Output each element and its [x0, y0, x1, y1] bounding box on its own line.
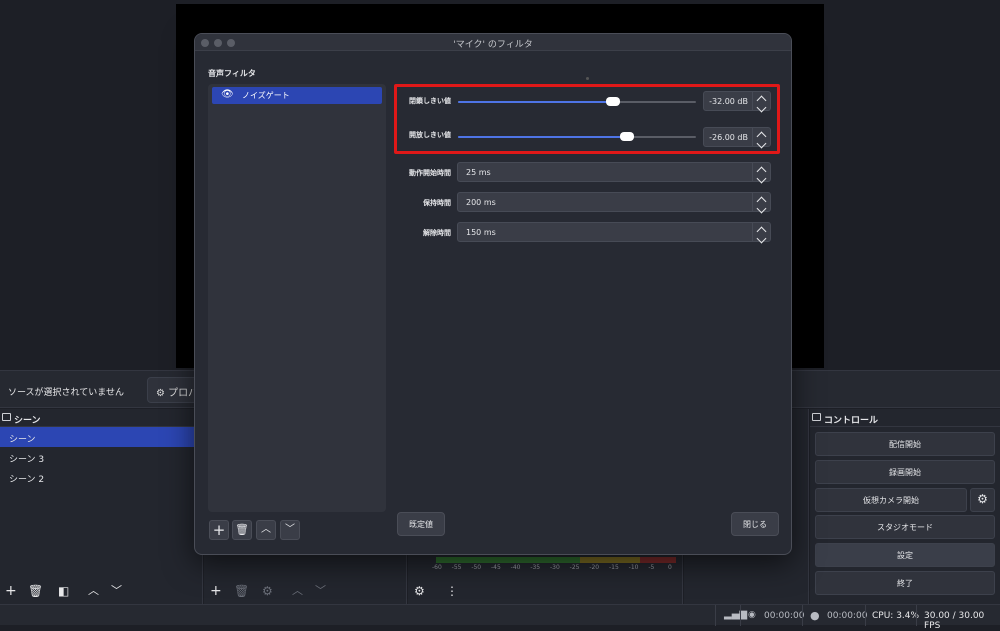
add-icon[interactable]: + [210, 584, 222, 598]
virtual-camera-settings-button[interactable]: ⚙ [970, 488, 995, 512]
audio-filters-heading: 音声フィルタ [208, 69, 256, 78]
chevron-up-icon[interactable]: ︿ [292, 584, 303, 598]
meter-tick-label: -5 [648, 564, 655, 571]
filter-item-label: ノイズゲート [242, 91, 290, 100]
start-recording-button[interactable]: 録画開始 [815, 460, 995, 484]
highlight-box [394, 84, 780, 154]
meter-tick-label: -60 [432, 564, 442, 571]
spin-value: 25 ms [466, 168, 491, 177]
chevron-down-icon [756, 203, 767, 214]
meter-tick-label: -40 [510, 564, 521, 571]
filter-list[interactable]: 👁 ノイズゲート [208, 84, 386, 512]
move-up-button[interactable]: ︿ [256, 520, 276, 540]
meter-tick-label: -35 [530, 564, 541, 571]
chevron-down-icon [756, 233, 767, 244]
add-filter-button[interactable]: + [209, 520, 229, 540]
filter-icon[interactable]: ◧ [58, 584, 69, 598]
sources-footer: + 🗑 ⚙ ︿ ﹀ [204, 578, 406, 604]
more-icon[interactable]: ⋮ [446, 584, 458, 598]
attack-time-label: 動作開始時間 [409, 169, 451, 177]
cpu-usage: CPU: 3.4% [872, 611, 920, 621]
attack-time-spinbox[interactable]: 25 ms [457, 162, 771, 184]
chevron-down-icon[interactable]: ﹀ [315, 584, 326, 598]
record-icon: ● [810, 609, 820, 622]
spin-arrows[interactable] [752, 193, 770, 214]
dock-icon [2, 413, 11, 421]
scene-item[interactable]: シーン 2 [0, 467, 202, 487]
volume-meter [436, 557, 676, 563]
virtual-camera-button[interactable]: 仮想カメラ開始 [815, 488, 967, 512]
no-source-label: ソースが選択されていません [8, 388, 125, 398]
eye-icon[interactable]: 👁 [221, 89, 234, 100]
chevron-up-icon: ︿ [261, 524, 271, 535]
remove-filter-button[interactable]: 🗑 [232, 520, 252, 540]
splitter-handle[interactable] [586, 77, 589, 80]
chevron-down-icon[interactable]: ﹀ [111, 584, 122, 598]
dock-icon [812, 413, 821, 421]
gear-icon[interactable]: ⚙ [414, 584, 425, 598]
gear-icon[interactable]: ⚙ [262, 584, 273, 598]
scenes-dock-header: シーン [0, 409, 202, 427]
hold-time-label: 保持時間 [423, 199, 451, 207]
meter-tick-label: -10 [628, 564, 639, 571]
record-time: 00:00:00 [827, 611, 868, 621]
studio-mode-button[interactable]: スタジオモード [815, 515, 995, 539]
chevron-up-icon[interactable]: ︿ [88, 584, 99, 598]
filter-item-noise-gate[interactable]: 👁 ノイズゲート [212, 87, 382, 104]
start-streaming-button[interactable]: 配信開始 [815, 432, 995, 456]
trash-icon: 🗑 [235, 523, 249, 536]
meter-tick-label: -55 [451, 564, 462, 571]
trash-icon[interactable]: 🗑 [28, 584, 43, 598]
spin-arrows[interactable] [752, 223, 770, 244]
trash-icon[interactable]: 🗑 [234, 584, 249, 598]
gear-icon: ⚙ [156, 388, 165, 399]
move-down-button[interactable]: ﹀ [280, 520, 300, 540]
scene-item[interactable]: シーン 3 [0, 447, 202, 467]
close-button[interactable]: 閉じる [731, 512, 779, 536]
meter-tick-label: -20 [589, 564, 600, 571]
scenes-footer: + 🗑 ◧ ︿ ﹀ [0, 578, 202, 604]
dialog-title: 'マイク' のフィルタ [453, 40, 533, 50]
scene-item[interactable]: シーン [0, 427, 202, 447]
scenes-title: シーン [14, 416, 41, 426]
controls-dock-header: コントロール [810, 409, 1000, 427]
release-time-label: 解除時間 [423, 229, 451, 237]
defaults-button[interactable]: 既定値 [397, 512, 445, 536]
chevron-down-icon [756, 173, 767, 184]
spin-value: 150 ms [466, 228, 496, 237]
exit-button[interactable]: 終了 [815, 571, 995, 595]
status-bar: ▂▄▆ ◉ 00:00:00 ● 00:00:00 CPU: 3.4% 30.0… [0, 604, 1000, 631]
meter-tick-label: 0 [668, 564, 672, 571]
add-icon[interactable]: + [5, 584, 17, 598]
mixer-footer: ⚙ ⋮ [408, 578, 682, 604]
meter-tick-label: -25 [569, 564, 580, 571]
fps-readout: 30.00 / 30.00 FPS [924, 611, 985, 631]
signal-icon: ▂▄▆ [724, 609, 748, 620]
spin-arrows[interactable] [752, 163, 770, 184]
scenes-dock: シーン シーン シーン 3 シーン 2 + 🗑 ◧ ︿ ﹀ [0, 409, 203, 604]
stream-time: 00:00:00 [764, 611, 805, 621]
stream-icon: ◉ [748, 610, 756, 620]
gear-icon: ⚙ [977, 492, 988, 506]
controls-title: コントロール [824, 416, 879, 426]
meter-tick-label: -30 [550, 564, 560, 571]
meter-tick-label: -50 [471, 564, 482, 571]
hold-time-spinbox[interactable]: 200 ms [457, 192, 771, 214]
meter-scale: -60 -55 -50 -45 -40 -35 -30 -25 -20 -15 -10 -5 0 [432, 564, 676, 574]
dialog-titlebar: 'マイク' のフィルタ [195, 34, 791, 51]
chevron-down-icon: ﹀ [285, 524, 295, 535]
release-time-spinbox[interactable]: 150 ms [457, 222, 771, 244]
meter-tick-label: -45 [491, 564, 501, 571]
meter-tick-label: -15 [609, 564, 619, 571]
settings-button[interactable]: 設定 [815, 543, 995, 567]
spin-value: 200 ms [466, 198, 496, 207]
